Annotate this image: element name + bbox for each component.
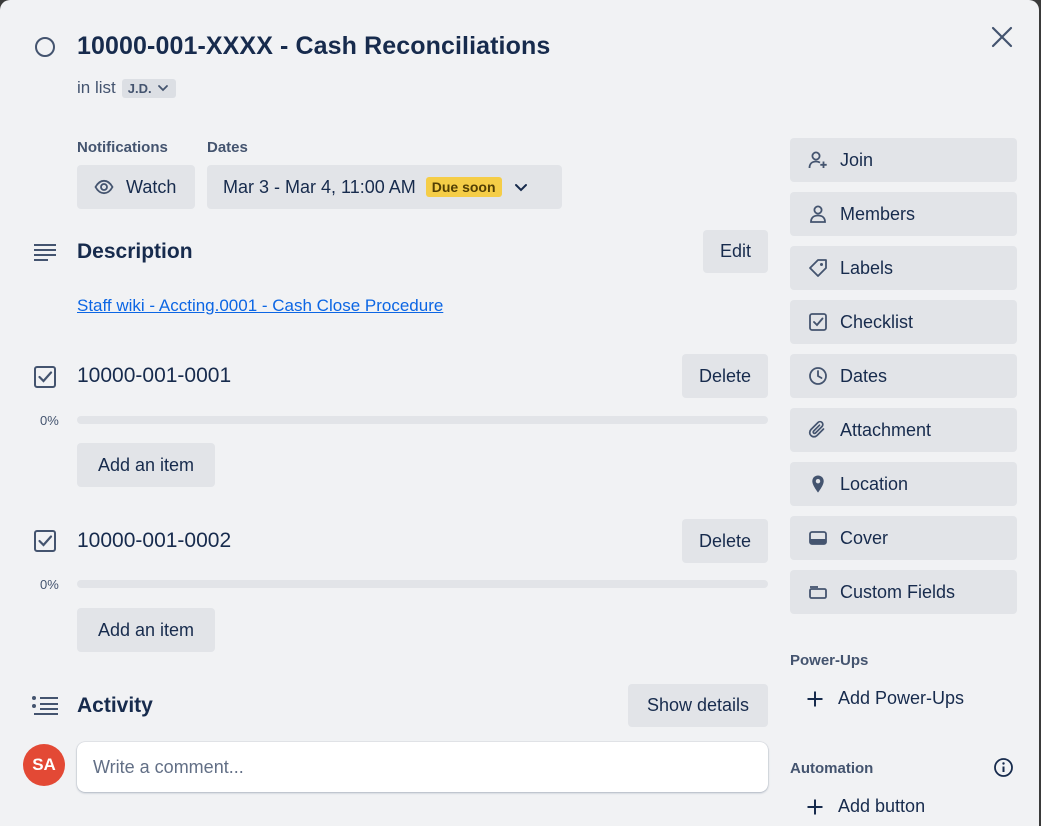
- custom-fields-icon: [809, 586, 827, 599]
- sidebar-button-label: Custom Fields: [840, 581, 956, 602]
- sidebar-button-label: Location: [840, 473, 909, 494]
- card-detail-modal: 10000-001-XXXX - Cash Reconciliations in…: [0, 0, 1039, 826]
- add-person-icon: [808, 151, 827, 169]
- chevron-down-icon: [514, 184, 527, 192]
- notifications-label: Notifications: [77, 139, 168, 156]
- sidebar-location-button[interactable]: Location: [790, 462, 1017, 506]
- sidebar-members-button[interactable]: Members: [790, 192, 1017, 236]
- sidebar-cover-button[interactable]: Cover: [790, 516, 1017, 560]
- checklist-progress-bar: [77, 416, 768, 424]
- watch-button[interactable]: Watch: [77, 165, 195, 209]
- checklist-icon: [33, 365, 57, 389]
- clock-icon: [809, 367, 827, 385]
- description-wiki-link[interactable]: Staff wiki - Accting.0001 - Cash Close P…: [77, 296, 443, 316]
- dates-button[interactable]: Mar 3 - Mar 4, 11:00 AM Due soon: [207, 165, 562, 209]
- location-pin-icon: [812, 475, 824, 493]
- plus-icon: [807, 691, 823, 706]
- in-list-label: in list: [77, 78, 116, 97]
- dates-label: Dates: [207, 139, 248, 156]
- paperclip-icon: [808, 420, 825, 438]
- sidebar-button-label: Labels: [840, 257, 894, 278]
- sidebar-attachment-button[interactable]: Attachment: [790, 408, 1017, 452]
- sidebar-checklist-button[interactable]: Checklist: [790, 300, 1017, 344]
- avatar[interactable]: SA: [23, 744, 65, 786]
- checklist-title[interactable]: 10000-001-0002: [77, 529, 231, 553]
- comment-input[interactable]: [77, 742, 768, 792]
- card-list-info: in list J.D.: [77, 78, 176, 98]
- checklist-title[interactable]: 10000-001-0001: [77, 364, 231, 388]
- sidebar-button-label: Dates: [840, 365, 888, 386]
- info-icon[interactable]: [993, 757, 1014, 778]
- due-soon-badge: Due soon: [425, 177, 502, 197]
- sidebar-button-label: Attachment: [840, 419, 932, 440]
- date-range: Mar 3 - Mar 4, 11:00 AM: [223, 176, 416, 197]
- delete-checklist-button[interactable]: Delete: [682, 354, 768, 398]
- person-icon: [810, 205, 826, 223]
- activity-icon: [31, 695, 59, 717]
- plus-icon: [807, 799, 823, 814]
- cover-icon: [809, 531, 827, 545]
- sidebar-button-label: Join: [840, 149, 874, 170]
- card-status-circle-icon[interactable]: [34, 36, 56, 58]
- close-icon[interactable]: [990, 25, 1014, 49]
- sidebar-button-label: Cover: [840, 527, 889, 548]
- tag-icon: [809, 259, 827, 277]
- sidebar-join-button[interactable]: Join: [790, 138, 1017, 182]
- checklist-progress-percent: 0%: [40, 413, 59, 428]
- edit-description-button[interactable]: Edit: [703, 230, 768, 273]
- add-power-ups-label: Add Power-Ups: [838, 688, 965, 708]
- sidebar-custom-fields-button[interactable]: Custom Fields: [790, 570, 1017, 614]
- list-selector[interactable]: J.D.: [121, 78, 176, 98]
- checklist-icon: [33, 529, 57, 553]
- add-item-button[interactable]: Add an item: [77, 608, 215, 652]
- list-name: J.D.: [127, 80, 152, 96]
- add-power-ups-button[interactable]: Add Power-Ups: [806, 688, 964, 709]
- sidebar-dates-button[interactable]: Dates: [790, 354, 1017, 398]
- sidebar-button-label: Members: [840, 203, 916, 224]
- activity-title: Activity: [77, 694, 153, 717]
- show-details-button[interactable]: Show details: [628, 684, 768, 727]
- add-automation-button[interactable]: Add button: [806, 796, 925, 817]
- chevron-down-icon: [157, 85, 168, 92]
- add-button-label: Add button: [838, 796, 926, 816]
- eye-icon: [94, 179, 114, 195]
- automation-heading: Automation: [790, 760, 874, 777]
- checkbox-icon: [809, 313, 827, 331]
- power-ups-heading: Power-Ups: [790, 652, 869, 669]
- delete-checklist-button[interactable]: Delete: [682, 519, 768, 563]
- card-title[interactable]: 10000-001-XXXX - Cash Reconciliations: [77, 32, 550, 61]
- watch-label: Watch: [126, 176, 177, 197]
- sidebar-button-label: Checklist: [840, 311, 914, 332]
- sidebar-labels-button[interactable]: Labels: [790, 246, 1017, 290]
- description-icon: [33, 242, 57, 264]
- description-title: Description: [77, 240, 193, 263]
- checklist-progress-bar: [77, 580, 768, 588]
- checklist-progress-percent: 0%: [40, 577, 59, 592]
- add-item-button[interactable]: Add an item: [77, 443, 215, 487]
